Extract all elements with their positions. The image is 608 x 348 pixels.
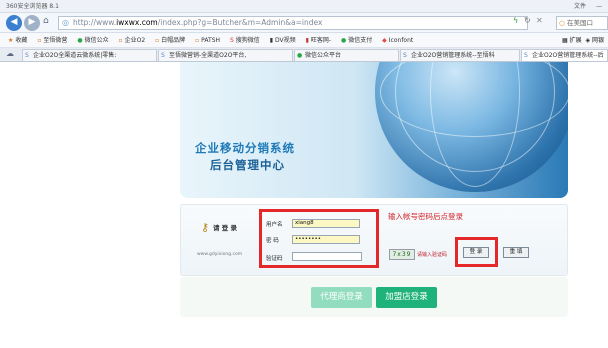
star-icon: ★	[8, 37, 14, 44]
search-engine-icon: ○	[559, 19, 565, 27]
url-host: iwxwx.com	[116, 18, 158, 27]
bookmark-item[interactable]: ▫ 白帽品牌	[155, 33, 185, 47]
bookmark-item[interactable]: ▮ DV视频	[269, 33, 296, 47]
page-icon: ▫	[37, 37, 42, 44]
iconfont-icon: ◆	[382, 37, 387, 44]
captcha-input[interactable]	[292, 252, 362, 261]
portal-buttons: 代理商登录 加盟店登录	[180, 277, 568, 317]
captcha-image[interactable]: 7x39	[389, 249, 415, 260]
wechat-icon: ●	[77, 37, 83, 44]
browser-tab-active[interactable]: S 企业O2O营销管理系统--后	[521, 49, 608, 61]
bookmarks-bar: ★ 收藏 ▫ 至悟微营 ● 微信公众 ▫ 企业O2 ▫ 白帽品牌 ▫ PATSH S 搜狗微信…	[0, 33, 608, 48]
system-subtitle: 后台管理中心	[210, 158, 285, 172]
page-icon: S	[403, 52, 407, 59]
page-icon: ▫	[195, 37, 200, 44]
url-path: /index.php?g=Butcher&m=Admin&a=index	[157, 18, 323, 27]
wangke-icon: ▮	[305, 37, 309, 44]
page-icon: S	[25, 52, 29, 59]
address-bar[interactable]: ◎ http://www.iwxwx.com/index.php?g=Butch…	[58, 16, 528, 30]
extensions-button[interactable]: ▦ 扩展	[562, 37, 582, 44]
login-hint: 输入帐号密码后点登录	[388, 212, 463, 221]
wechat-icon: ●	[297, 52, 303, 59]
sogou-icon: S	[229, 37, 234, 44]
home-icon[interactable]: ⌂	[43, 16, 49, 26]
browser-title: 360安全浏览器 8.1	[6, 3, 59, 10]
key-icon: ⚷	[201, 221, 210, 234]
file-menu[interactable]: 文件	[574, 0, 586, 13]
username-input[interactable]: xiang8	[292, 219, 360, 228]
browser-title-bar: 360安全浏览器 8.1 文件 —	[0, 0, 608, 13]
bookmark-item[interactable]: ★ 收藏	[8, 33, 27, 47]
banner: 企业移动分销系统 后台管理中心	[180, 62, 568, 198]
bookmark-item[interactable]: S 搜狗微信	[229, 33, 260, 47]
reset-button[interactable]: 重 填	[503, 247, 529, 258]
minimize-button[interactable]: —	[596, 0, 602, 13]
lightning-icon[interactable]: ϟ	[513, 16, 518, 25]
video-icon: ▮	[269, 37, 274, 44]
password-input[interactable]: ••••••••	[292, 235, 360, 244]
system-title: 企业移动分销系统	[195, 141, 295, 155]
bank-button[interactable]: ◈ 网银	[585, 37, 604, 44]
cloud-icon[interactable]: ☁	[6, 49, 14, 58]
toolbar-right: ▦ 扩展 ◈ 网银	[562, 33, 604, 47]
browser-tab[interactable]: ● 微信公众平台	[294, 49, 399, 61]
wechat-pay-icon: ●	[340, 37, 347, 44]
back-arrow-icon[interactable]: ◀	[6, 15, 22, 31]
username-label: 用户名	[266, 222, 283, 228]
globe-icon: ◎	[62, 18, 69, 27]
refresh-icon[interactable]: ↻	[524, 16, 531, 25]
url-prefix: http://www.	[73, 18, 117, 27]
navigation-bar: ◀ ▶ ⌂ ◎ http://www.iwxwx.com/index.php?g…	[0, 13, 608, 33]
search-placeholder: 在美国口	[567, 19, 593, 27]
tab-strip: ☁ S 企业O2O全渠道云微系统|零售: S 至悟微营销-全渠道O2O平台, ● 微信…	[0, 48, 608, 62]
password-label: 密 码	[266, 238, 279, 244]
captcha-label: 验证码	[266, 256, 283, 262]
browser-tab[interactable]: S 企业O2O营销管理系统--至悟科	[400, 49, 520, 61]
bookmark-item[interactable]: ▫ PATSH	[195, 33, 220, 47]
bookmark-item[interactable]: ● 微信支付	[340, 33, 372, 47]
search-box[interactable]: ○ 在美国口	[556, 16, 608, 30]
close-icon[interactable]: ✕	[536, 16, 543, 25]
bookmark-item[interactable]: ◆ Iconfont	[382, 33, 413, 47]
site-url: www.gdyixiong.com	[197, 252, 243, 257]
browser-tab[interactable]: S 至悟微营销-全渠道O2O平台,	[158, 49, 293, 61]
page-icon: S	[161, 52, 165, 59]
browser-tab[interactable]: S 企业O2O全渠道云微系统|零售:	[22, 49, 157, 61]
globe-graphic	[375, 62, 568, 192]
bookmark-item[interactable]: ● 微信公众	[77, 33, 108, 47]
page-icon: S	[524, 52, 528, 59]
bookmark-item[interactable]: ▮ 旺客网-	[305, 33, 331, 47]
forward-arrow-icon[interactable]: ▶	[24, 15, 40, 31]
login-label: 请 登 录	[213, 224, 238, 232]
bookmark-item[interactable]: ▫ 企业O2	[118, 33, 146, 47]
captcha-hint: 请输入验证码	[417, 252, 448, 258]
bookmark-item[interactable]: ▫ 至悟微营	[37, 33, 67, 47]
login-button[interactable]: 登 录	[463, 247, 489, 258]
page-icon: ▫	[155, 37, 160, 44]
store-login-button[interactable]: 加盟店登录	[376, 287, 437, 308]
page-icon: ▫	[118, 37, 123, 44]
agent-login-button[interactable]: 代理商登录	[311, 287, 372, 308]
